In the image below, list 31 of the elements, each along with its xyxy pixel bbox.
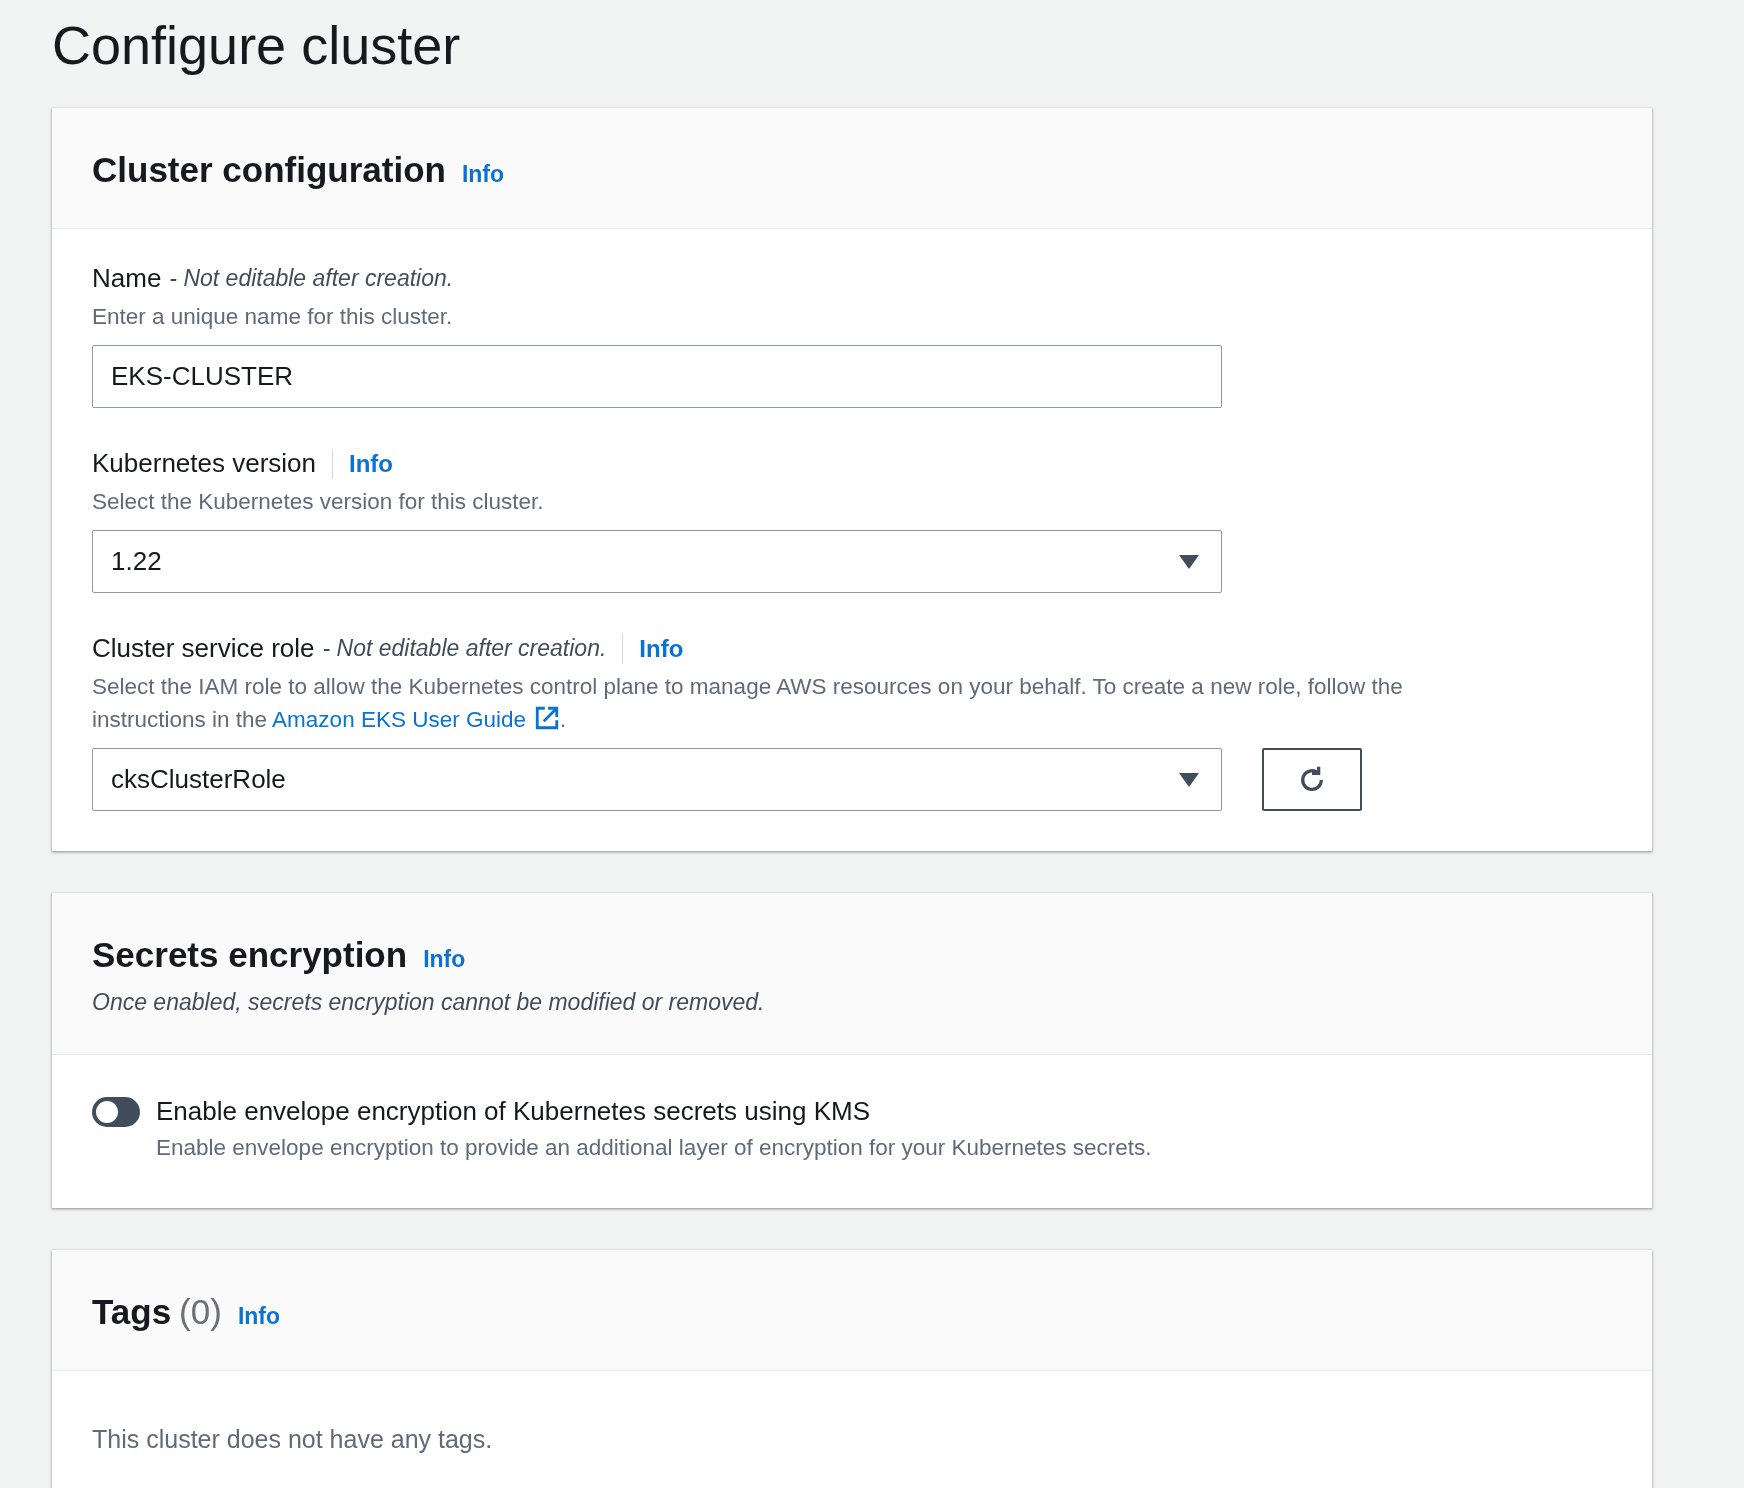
caret-icon: [1179, 554, 1199, 569]
field-constraint: - Not editable after creation.: [322, 635, 607, 662]
external-link-icon: [534, 705, 560, 731]
toggle-description: Enable envelope encryption to provide an additional layer of encryption for your Kubernetes secrets.: [156, 1134, 1152, 1162]
caret-icon: [1179, 772, 1199, 787]
info-link[interactable]: Info: [639, 634, 684, 663]
select-field[interactable]: 1.22: [92, 530, 1222, 593]
panel-title: Cluster configuration: [92, 149, 446, 191]
field-description: Enter a unique name for this cluster.: [92, 303, 454, 331]
field-label: Cluster service role: [92, 633, 315, 664]
panel-title: Secrets encryption: [92, 934, 408, 976]
page-title: Configure cluster: [52, 14, 462, 77]
field-label: Kubernetes version: [92, 448, 317, 479]
toggle-label: Enable envelope encryption of Kubernetes secrets using KMS: [156, 1095, 871, 1128]
info-link[interactable]: Info: [423, 946, 466, 973]
panel-subtitle: Once enabled, secrets encryption cannot be modified or removed.: [92, 989, 765, 1016]
field-label: Name: [92, 263, 162, 294]
field-constraint: - Not editable after creation.: [169, 265, 454, 292]
info-link[interactable]: Info: [461, 161, 505, 188]
panel-title: Tags: [92, 1291, 172, 1333]
select-field[interactable]: cksClusterRole: [92, 748, 1222, 811]
info-link[interactable]: Info: [237, 1303, 281, 1330]
field-description: Select the IAM role to allow the Kubernetes control plane to manage AWS resources on your behalf. To create a new role, follow the instructions in the Amazon EKS User Guide .: [92, 673, 1404, 734]
encryption-toggle[interactable]: [92, 1097, 140, 1127]
empty-tags-message: This cluster does not have any tags.: [92, 1425, 494, 1454]
user-guide-link[interactable]: Amazon EKS User Guide: [272, 707, 560, 732]
info-link[interactable]: Info: [349, 449, 393, 478]
name-input-field[interactable]: EKS-CLUSTER: [92, 345, 1222, 408]
refresh-button[interactable]: [1262, 748, 1362, 811]
tag-count: (0): [179, 1292, 222, 1332]
field-description: Select the Kubernetes version for this cluster.: [92, 488, 545, 516]
